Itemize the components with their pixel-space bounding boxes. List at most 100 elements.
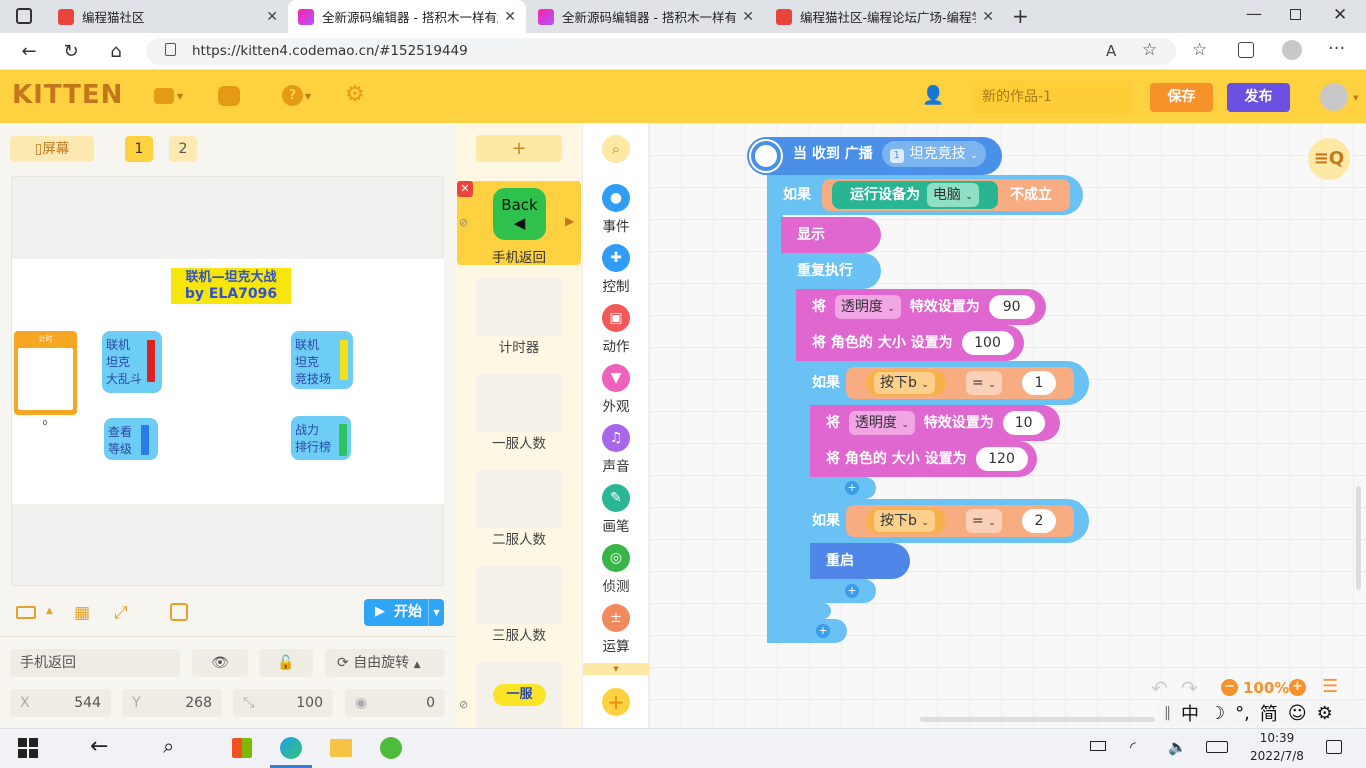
store-icon[interactable] (232, 738, 252, 758)
number-input[interactable]: 100 (961, 331, 1014, 355)
add-favorite-icon[interactable]: ☆ (1142, 40, 1157, 60)
bag-icon[interactable] (218, 86, 240, 106)
back-arrow-icon[interactable]: ← (90, 734, 108, 759)
app-green-icon[interactable] (380, 737, 402, 759)
sprite-item[interactable]: 一服人数 (476, 374, 562, 456)
operator-select[interactable]: = ⌄ (966, 371, 1002, 395)
redo-icon[interactable]: ↷ (1181, 676, 1198, 700)
number-input[interactable]: 120 (975, 447, 1028, 471)
url-field[interactable]: https://kitten4.codemao.cn/#152519449 (146, 38, 1176, 65)
close-icon[interactable]: ✕ (498, 9, 516, 25)
category-control[interactable]: ✚ 控制 (583, 244, 649, 295)
profile-icon[interactable] (1282, 40, 1302, 60)
x-field[interactable]: X 544 (10, 689, 111, 717)
add-block-icon[interactable]: + (816, 624, 830, 638)
align-blocks-icon[interactable]: ☰ (1322, 676, 1338, 697)
undo-icon[interactable]: ↶ (1151, 676, 1168, 700)
stage-button-level[interactable]: 查看 等级 (104, 418, 158, 460)
settings-more-icon[interactable]: ··· (1328, 38, 1345, 59)
block-search-button[interactable]: ≡Q (1308, 138, 1350, 180)
sprite-item[interactable]: 计时器 (476, 278, 562, 360)
visibility-toggle[interactable]: 👁 (192, 649, 248, 677)
fullscreen-icon[interactable]: ⤢ (114, 603, 128, 623)
save-button[interactable]: 保存 (1150, 83, 1213, 112)
tab-actions-icon[interactable] (16, 8, 32, 24)
y-field[interactable]: Y 268 (122, 689, 222, 717)
windows-start-icon[interactable] (18, 738, 38, 758)
add-block-icon[interactable]: + (845, 584, 859, 598)
close-icon[interactable]: ✕ (736, 9, 754, 25)
broadcast-select[interactable]: 1 坦克竞技 ⌄ (881, 141, 986, 167)
category-looks[interactable]: ▼ 外观 (583, 364, 649, 415)
chevron-up-icon[interactable]: ▲ (46, 606, 53, 616)
key-reporter[interactable]: 按下b ⌄ (866, 370, 946, 396)
clock-date[interactable]: 2022/7/8 (1240, 749, 1314, 763)
avatar[interactable] (1320, 83, 1348, 111)
key-reporter[interactable]: 按下b ⌄ (866, 508, 946, 534)
direction-field[interactable]: ◉ 0 (345, 689, 445, 717)
set-effect-block[interactable]: 将 透明度 ⌄ 特效设置为 90 (796, 289, 1046, 325)
clock-time[interactable]: 10:39 (1252, 731, 1302, 745)
number-input[interactable]: 1 (1022, 371, 1056, 395)
page-tab-2[interactable]: 2 (169, 136, 197, 162)
set-effect-block[interactable]: 将 透明度 ⌄ 特效设置为 10 (810, 405, 1060, 441)
category-motion[interactable]: ▣ 动作 (583, 304, 649, 355)
file-explorer-icon[interactable] (330, 739, 352, 757)
device-select[interactable]: 电脑 ⌄ (926, 183, 979, 207)
size-field[interactable]: ⤡ 100 (233, 689, 333, 717)
grid-icon[interactable]: ▦ (74, 603, 90, 623)
broadcast-hat-block[interactable]: 当 收到 广播 1 坦克竞技 ⌄ (747, 137, 1002, 175)
volume-icon[interactable]: 🔈 (1168, 738, 1187, 756)
browser-tab-4[interactable]: 编程猫社区-编程论坛广场-编程学 ✕ (766, 0, 1004, 33)
effect-select[interactable]: 透明度 ⌄ (848, 411, 915, 435)
sprite-item[interactable]: 三服人数 (476, 566, 562, 648)
set-size-block[interactable]: 将 角色的 大小 设置为 100 (796, 325, 1024, 361)
show-block[interactable]: 显示 (781, 217, 881, 253)
screen-toggle-button[interactable]: ▯屏幕 (10, 136, 94, 162)
close-window-button[interactable]: ✕ (1333, 5, 1347, 25)
search-icon[interactable]: ⌕ (163, 734, 174, 758)
refresh-button[interactable]: ↻ (56, 38, 86, 65)
add-collaborator-icon[interactable]: 👤 (922, 85, 944, 106)
restore-button[interactable] (1290, 9, 1301, 20)
ime-toolbar[interactable]: ‖ 中 ☽ °, 简 ☺ ⚙ (1158, 700, 1364, 726)
zoom-in-icon[interactable]: + (1289, 679, 1306, 696)
screen-size-icon[interactable] (16, 606, 36, 619)
read-aloud-icon[interactable]: A (1106, 42, 1116, 60)
search-icon[interactable]: ⌕ (602, 135, 630, 163)
lock-toggle[interactable]: 🔓 (259, 649, 313, 677)
new-tab-button[interactable]: + (1012, 4, 1029, 28)
repeat-block[interactable]: 重复执行 (781, 253, 881, 289)
scroll-down-indicator[interactable]: ▼ (583, 663, 649, 675)
close-icon[interactable]: ✕ (976, 9, 994, 25)
number-input[interactable]: 10 (1002, 411, 1045, 435)
sprite-name-field[interactable]: 手机返回 (10, 649, 180, 677)
gear-icon[interactable]: ⚙ (345, 84, 365, 106)
edge-browser-icon[interactable] (280, 737, 302, 759)
operator-select[interactable]: = ⌄ (966, 509, 1002, 533)
restart-block[interactable]: 重启 (810, 543, 910, 579)
category-events[interactable]: ● 事件 (583, 184, 649, 235)
eye-hidden-icon[interactable]: ⊘ (459, 216, 468, 229)
browser-tab-1[interactable]: 编程猫社区 ✕ (48, 0, 288, 33)
zoom-out-icon[interactable]: − (1221, 679, 1238, 696)
chevron-right-icon[interactable]: ▶ (565, 214, 574, 228)
record-icon[interactable] (170, 603, 188, 621)
browser-tab-3[interactable]: 全新源码编辑器 - 搭积木一样有趣 ✕ (528, 0, 764, 33)
key-select[interactable]: 按下b ⌄ (874, 510, 935, 532)
horizontal-scrollbar[interactable] (920, 717, 1155, 722)
effect-select[interactable]: 透明度 ⌄ (834, 295, 901, 319)
add-block-icon[interactable]: + (845, 481, 859, 495)
notification-icon[interactable] (1326, 740, 1342, 754)
category-sensing[interactable]: ◎ 侦测 (583, 544, 649, 595)
sprite-item[interactable]: 二服人数 (476, 470, 562, 552)
back-button[interactable]: ← (14, 38, 44, 65)
chevron-down-icon[interactable]: ▼ (428, 599, 444, 626)
category-pen[interactable]: ✎ 画笔 (583, 484, 649, 535)
help-icon[interactable]: ? (282, 85, 303, 106)
close-icon[interactable]: ✕ (260, 9, 278, 25)
browser-tab-2[interactable]: 全新源码编辑器 - 搭积木一样有趣 ✕ (288, 0, 526, 33)
device-condition-block[interactable]: 运行设备为 电脑 ⌄ (832, 181, 998, 209)
wifi-icon[interactable]: ◜ (1130, 738, 1136, 756)
home-button[interactable]: ⌂ (101, 38, 131, 65)
